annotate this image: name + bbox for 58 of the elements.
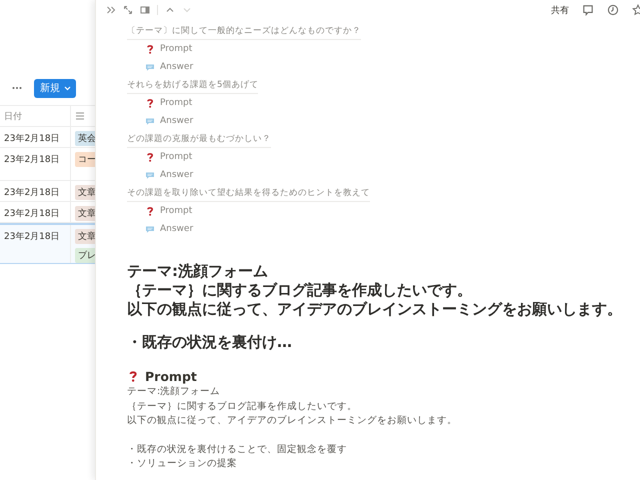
toggle-question[interactable]: それらを妨げる課題を5個あげて [127,76,258,94]
toggle-label: Prompt [160,98,192,108]
question-icon [145,206,155,216]
toggle-item[interactable]: Prompt [127,40,640,58]
column-header[interactable]: 日付 [4,110,22,122]
toggle-item[interactable]: Prompt [127,148,640,166]
toggle-label: Prompt [160,44,192,54]
question-icon [145,98,155,108]
question-icon [127,370,139,382]
prompt-heading: Prompt [145,368,197,384]
toggle-label: Answer [160,62,194,72]
speech-bubble-icon [145,170,155,180]
tag: コー [75,152,95,167]
speech-bubble-icon [145,116,155,126]
body-text: 以下の観点に従って、アイデアのブレインストーミングをお願いします。 [127,414,458,428]
panel-icon[interactable] [140,5,150,15]
body-text: ｛テーマ｝に関するブログ記事を作成したいです。 [127,400,358,414]
list-icon [75,111,85,121]
expand-icon[interactable] [123,5,133,15]
heading-line: ｛テーマ｝に関するブログ記事を作成したいです。 [127,281,473,300]
double-chevron-icon[interactable] [106,5,116,15]
speech-bubble-icon [145,224,155,234]
new-button[interactable]: 新規 [34,78,76,98]
comment-icon[interactable] [582,4,594,16]
heading-line: 以下の観点に従って、アイデアのブレインストーミングをお願いします。 [127,300,623,319]
date-cell-text: 23年2月18日 [4,154,60,166]
toggle-label: Answer [160,224,194,234]
toggle-question[interactable]: その課題を取り除いて望む結果を得るためのヒントを教えて [127,184,370,202]
caret-icon [64,86,71,90]
toggle-question[interactable]: 〔テーマ〕に関して一般的なニーズはどんなものですか？ [127,22,361,40]
body-text: ・ソリューションの提案 [127,457,238,471]
toggle-label: Prompt [160,206,192,216]
table-row[interactable]: 23年2月18日 コー [0,148,95,181]
heading-line: テーマ:洗顔フォーム [127,262,269,281]
date-cell-text: 23年2月18日 [4,230,60,243]
more-icon[interactable] [12,86,22,90]
body-text: ・既存の状況を裏付けることで、固定観念を覆す [127,442,348,456]
clock-icon[interactable] [607,4,619,16]
body-text: テーマ:洗顔フォーム [127,385,222,399]
toggle-question[interactable]: どの課題の克服が最もむづかしい？ [127,130,271,148]
toggle-label: Answer [160,170,194,180]
toggle-label: Answer [160,116,194,126]
date-cell-text: 23年2月18日 [4,208,60,220]
toggle-item[interactable]: Answer [127,166,640,184]
date-cell-text: 23年2月18日 [4,186,60,199]
heading-line: ・既存の状況を裏付け… [127,333,293,352]
tag: ブレ [75,248,95,263]
toggle-item[interactable]: Answer [127,58,640,76]
toggle-item[interactable]: Prompt [127,202,640,220]
toggle-label: Prompt [160,152,192,162]
speech-bubble-icon [145,62,155,72]
question-icon [145,44,155,54]
date-cell-text: 23年2月18日 [4,132,60,145]
question-icon [145,152,155,162]
toggle-item[interactable]: Answer [127,220,640,238]
toggle-item[interactable]: Answer [127,112,640,130]
share-button[interactable]: 共有 [551,4,569,16]
toggle-item[interactable]: Prompt [127,94,640,112]
